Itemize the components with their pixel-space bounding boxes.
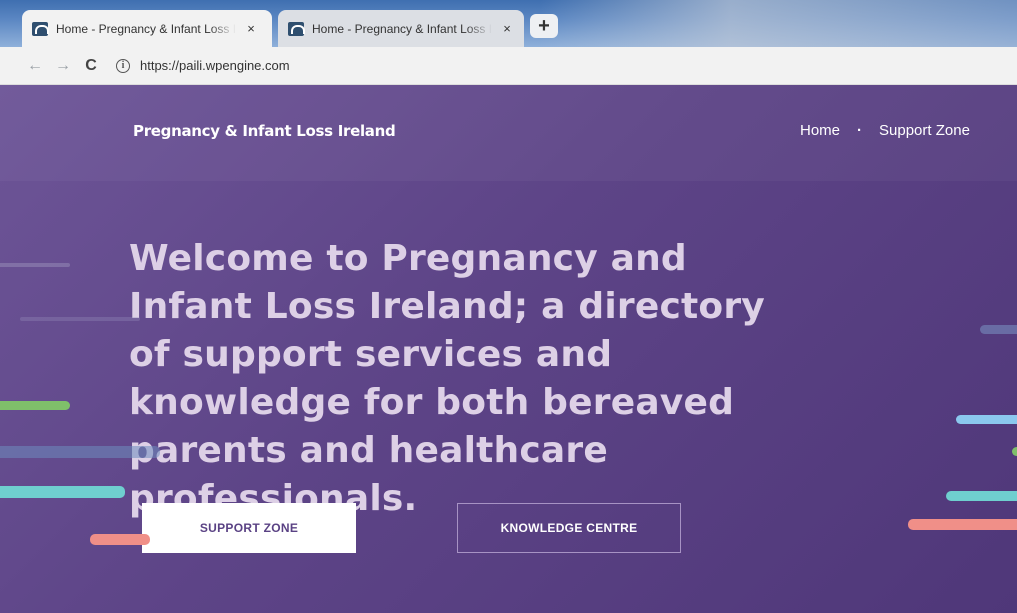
nav-link-home[interactable]: Home [800, 122, 840, 139]
tab-close-icon[interactable]: × [500, 21, 514, 36]
address-bar[interactable]: i https://paili.wpengine.com [116, 58, 290, 73]
decorative-streak [908, 519, 1017, 530]
decorative-streak [980, 325, 1017, 334]
nav-separator: · [857, 122, 863, 139]
decorative-streak [0, 446, 160, 458]
reload-icon[interactable]: C [80, 57, 102, 75]
browser-tab-active[interactable]: Home - Pregnancy & Infant Loss Ireland × [22, 10, 272, 47]
site-brand[interactable]: Pregnancy & Infant Loss Ireland [133, 122, 396, 140]
decorative-streak [20, 317, 140, 321]
tab-title: Home - Pregnancy & Infant Loss Ireland [56, 21, 236, 36]
decorative-streak [0, 486, 125, 498]
decorative-streak [0, 401, 70, 410]
main-nav: Home · Support Zone [800, 122, 970, 139]
tab-title: Home - Pregnancy & Infant Loss Ireland [312, 21, 492, 36]
decorative-streak [90, 534, 150, 545]
decorative-streak [1012, 447, 1017, 456]
url-text[interactable]: https://paili.wpengine.com [140, 58, 290, 73]
site-info-icon[interactable]: i [116, 58, 130, 73]
browser-tab-strip: Home - Pregnancy & Infant Loss Ireland ×… [0, 0, 1017, 47]
site-favicon-icon [288, 21, 305, 36]
back-arrow-icon[interactable]: ← [24, 57, 46, 75]
new-tab-button[interactable]: + [530, 14, 558, 38]
browser-tab-inactive[interactable]: Home - Pregnancy & Infant Loss Ireland × [278, 10, 524, 47]
support-zone-button[interactable]: SUPPORT ZONE [142, 503, 356, 553]
hero-section: Pregnancy & Infant Loss Ireland Home · S… [0, 85, 1017, 613]
decorative-streak [0, 263, 70, 267]
nav-link-support-zone[interactable]: Support Zone [879, 122, 970, 139]
knowledge-centre-button[interactable]: KNOWLEDGE CENTRE [457, 503, 681, 553]
tabstrip-background [540, 0, 1017, 47]
site-favicon-icon [32, 21, 49, 36]
decorative-streak [956, 415, 1017, 424]
hero-headline: Welcome to Pregnancy and Infant Loss Ire… [129, 238, 765, 519]
forward-arrow-icon[interactable]: → [52, 57, 74, 75]
decorative-streak [946, 491, 1017, 501]
browser-toolbar: ← → C i https://paili.wpengine.com [0, 47, 1017, 85]
tab-close-icon[interactable]: × [244, 21, 258, 36]
